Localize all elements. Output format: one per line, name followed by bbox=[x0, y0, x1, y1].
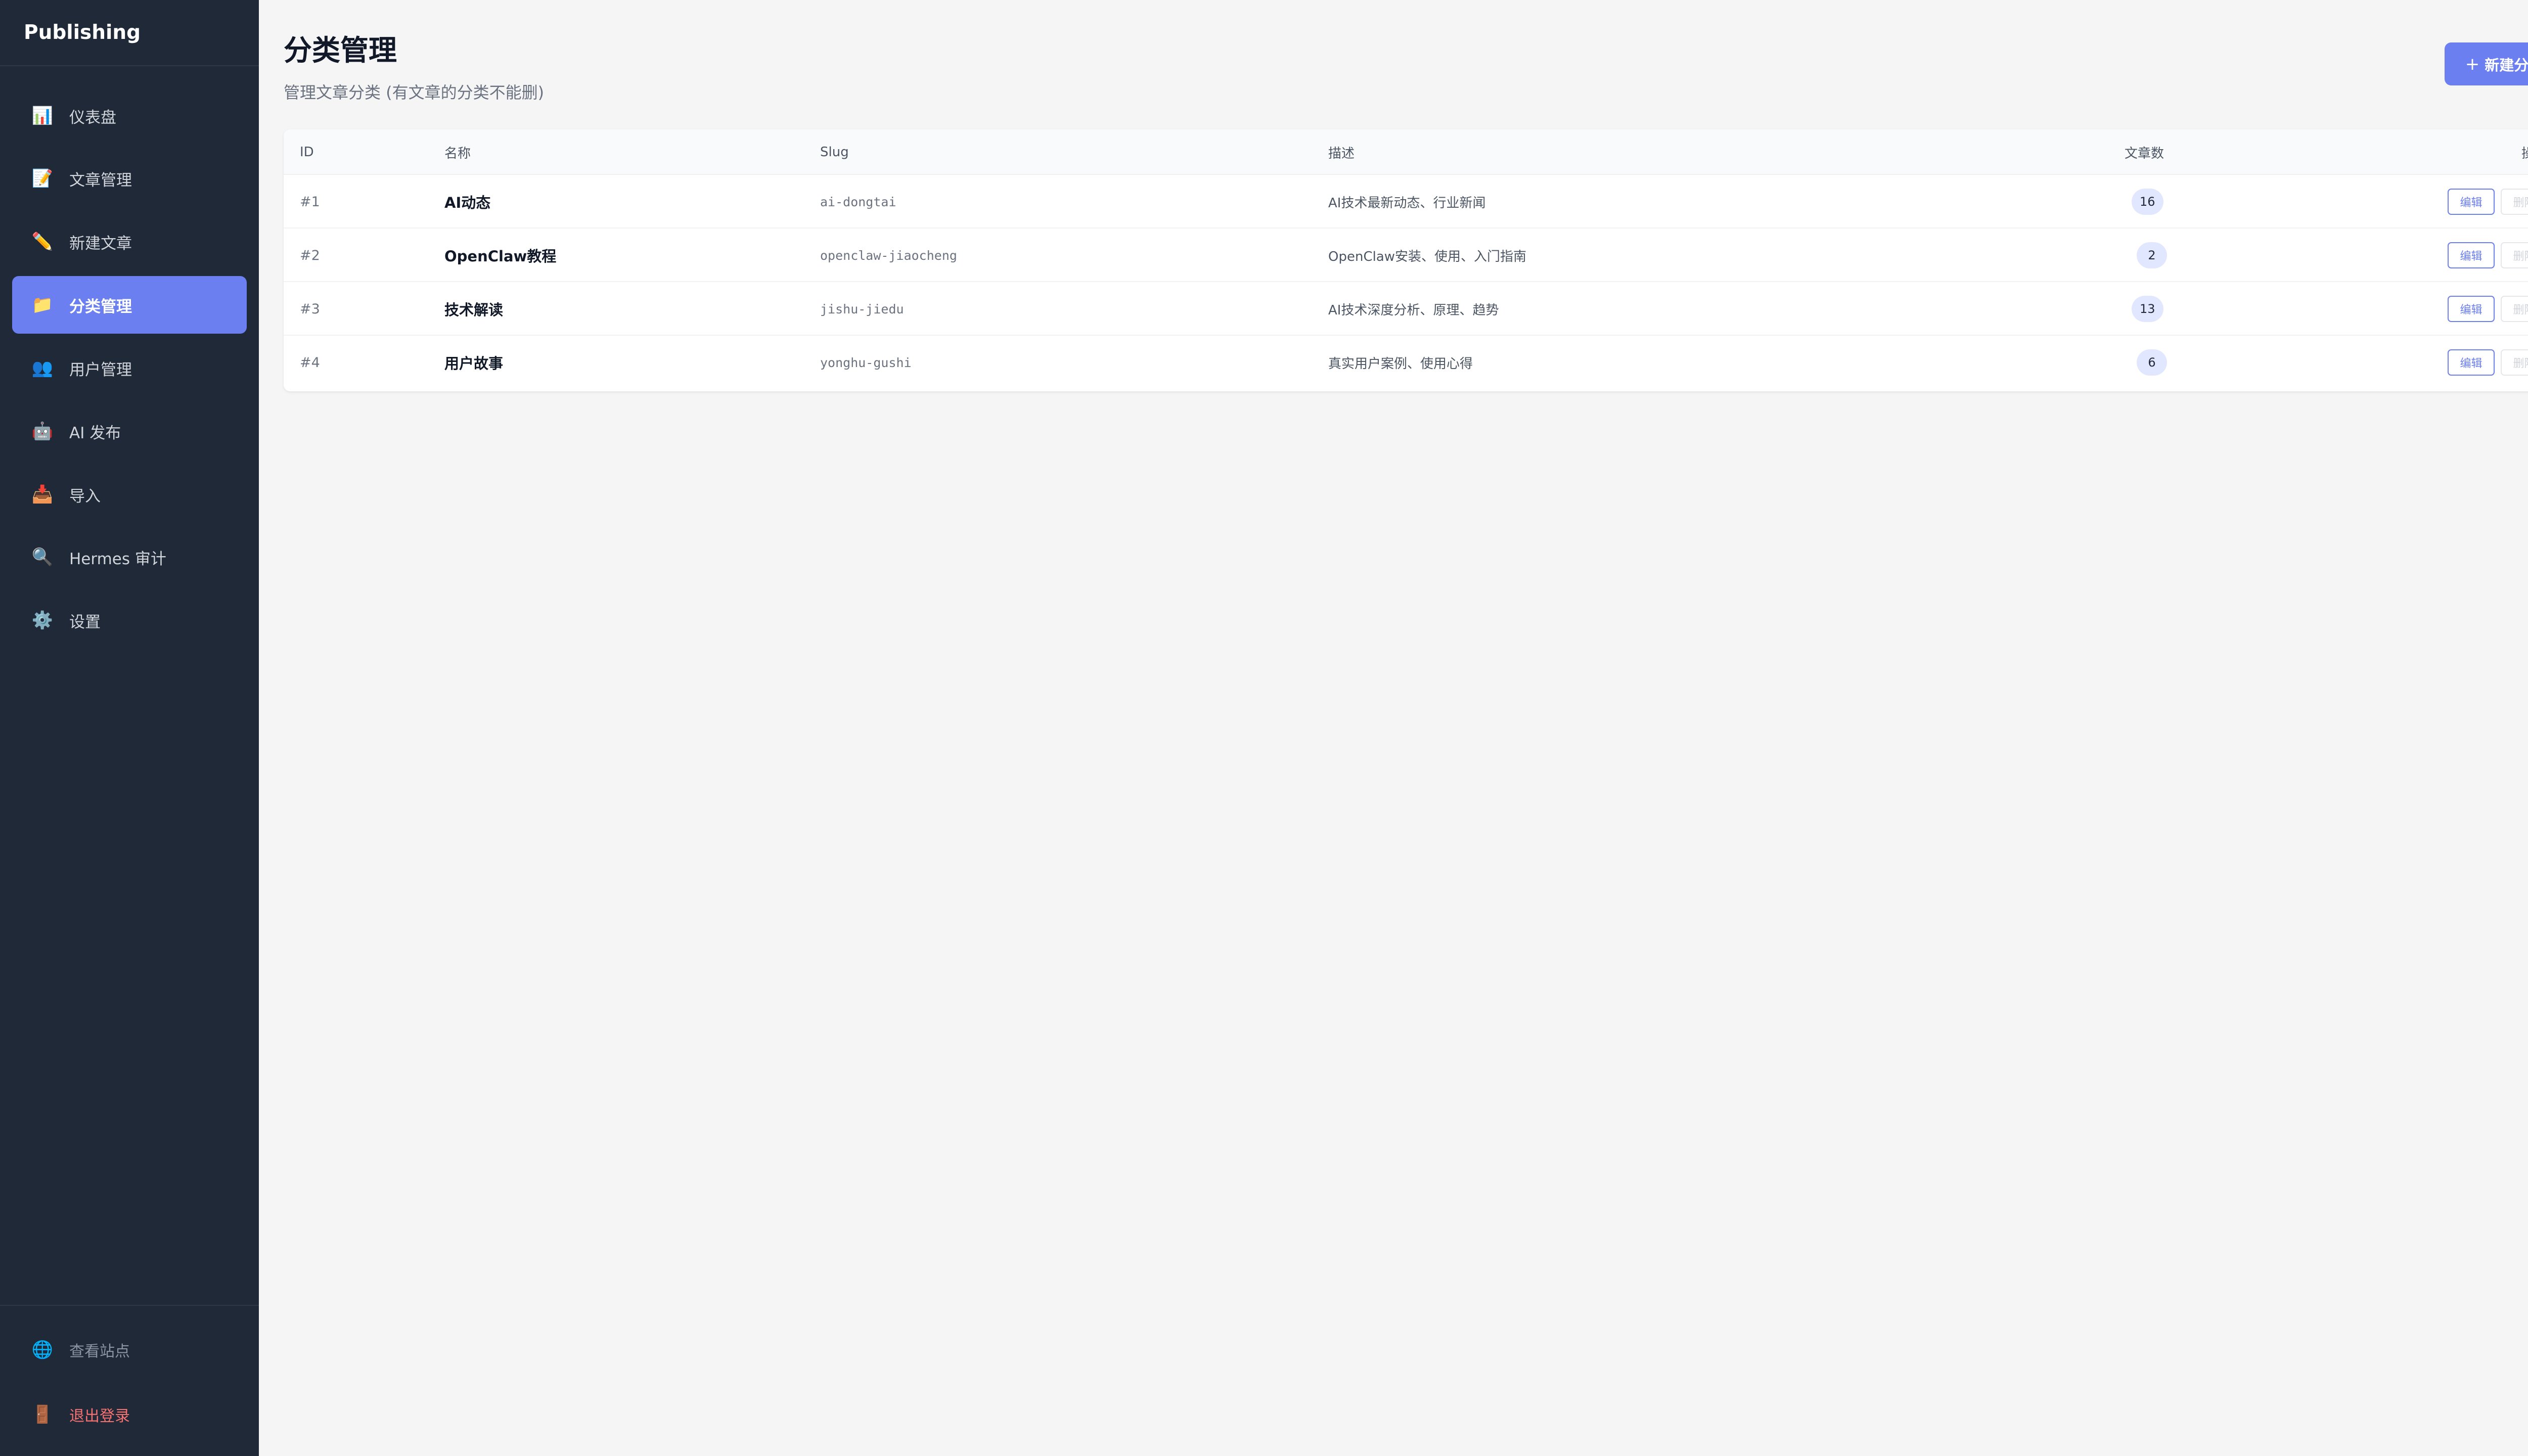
row-count-cell: 2 bbox=[2137, 229, 2167, 282]
globe-icon: 🌐 bbox=[31, 1340, 54, 1360]
door-icon: 🚪 bbox=[31, 1404, 54, 1425]
view-site-link[interactable]: 🌐 查看站点 bbox=[12, 1322, 247, 1378]
article-count-badge: 2 bbox=[2137, 242, 2167, 268]
sidebar-item-label: 导入 bbox=[69, 487, 101, 506]
delete-button[interactable]: 删除 bbox=[2501, 349, 2528, 376]
sidebar-item-dashboard[interactable]: 📊 仪表盘 bbox=[12, 87, 247, 145]
sidebar-item-import[interactable]: 📥 导入 bbox=[12, 466, 247, 523]
chart-icon: 📊 bbox=[31, 106, 54, 126]
row-id: #2 bbox=[300, 247, 320, 263]
column-header-id: ID bbox=[300, 145, 314, 160]
edit-button[interactable]: 编辑 bbox=[2448, 242, 2495, 268]
delete-button[interactable]: 删除 bbox=[2501, 296, 2528, 322]
article-count-badge: 16 bbox=[2132, 189, 2163, 215]
plus-icon: + bbox=[2465, 54, 2480, 74]
column-header-name: 名称 bbox=[444, 146, 471, 161]
sidebar-item-label: Hermes 审计 bbox=[69, 550, 166, 568]
delete-button[interactable]: 删除 bbox=[2501, 242, 2528, 268]
row-id: #4 bbox=[300, 354, 320, 371]
sidebar-item-categories[interactable]: 📁 分类管理 bbox=[12, 276, 247, 334]
table-row: #1 AI动态 ai-dongtai AI技术最新动态、行业新闻 16 编辑 删… bbox=[284, 175, 2528, 229]
new-category-button[interactable]: + 新建分类 bbox=[2445, 42, 2528, 85]
row-count-cell: 13 bbox=[2132, 282, 2163, 336]
column-header-description: 描述 bbox=[1328, 146, 1355, 161]
column-header-count: 文章数 bbox=[2125, 146, 2164, 161]
row-description: OpenClaw安装、使用、入门指南 bbox=[1328, 249, 1527, 264]
memo-icon: 📝 bbox=[31, 168, 54, 189]
row-slug: ai-dongtai bbox=[820, 194, 896, 209]
folder-icon: 📁 bbox=[31, 295, 54, 315]
row-count-cell: 16 bbox=[2132, 175, 2163, 229]
sidebar-item-settings[interactable]: ⚙️ 设置 bbox=[12, 592, 247, 649]
logout-link[interactable]: 🚪 退出登录 bbox=[12, 1387, 247, 1442]
row-name: 技术解读 bbox=[444, 301, 504, 318]
pencil-icon: ✏️ bbox=[31, 232, 54, 252]
row-slug: yonghu-gushi bbox=[820, 355, 912, 370]
sidebar: Publishing 📊 仪表盘 📝 文章管理 ✏️ 新建文章 📁 分类管理 👥… bbox=[0, 0, 259, 1456]
row-id: #3 bbox=[300, 301, 320, 317]
users-icon: 👥 bbox=[31, 358, 54, 378]
magnifier-icon: 🔍 bbox=[31, 547, 54, 567]
column-header-slug: Slug bbox=[820, 145, 849, 160]
brand-logo[interactable]: Publishing bbox=[0, 0, 259, 66]
sidebar-item-label: 文章管理 bbox=[69, 171, 132, 190]
table-row: #3 技术解读 jishu-jiedu AI技术深度分析、原理、趋势 13 编辑… bbox=[284, 282, 2528, 336]
sidebar-item-new-article[interactable]: ✏️ 新建文章 bbox=[12, 213, 247, 270]
row-name: OpenClaw教程 bbox=[444, 248, 557, 265]
sidebar-item-label: 新建文章 bbox=[69, 234, 132, 253]
main-content: 分类管理 管理文章分类 (有文章的分类不能删) + 新建分类 ID 名称 Slu… bbox=[259, 0, 2528, 1456]
sidebar-item-label: 设置 bbox=[69, 613, 101, 631]
edit-button[interactable]: 编辑 bbox=[2448, 349, 2495, 376]
sidebar-footer: 🌐 查看站点 🚪 退出登录 bbox=[0, 1305, 259, 1456]
robot-icon: 🤖 bbox=[31, 421, 54, 441]
sidebar-item-hermes-audit[interactable]: 🔍 Hermes 审计 bbox=[12, 528, 247, 586]
page-subtitle: 管理文章分类 (有文章的分类不能删) bbox=[284, 83, 545, 102]
sidebar-item-label: 分类管理 bbox=[69, 297, 132, 316]
edit-button[interactable]: 编辑 bbox=[2448, 189, 2495, 215]
gear-icon: ⚙️ bbox=[31, 610, 54, 630]
table-row: #4 用户故事 yonghu-gushi 真实用户案例、使用心得 6 编辑 删除 bbox=[284, 336, 2528, 389]
row-actions: 编辑 删除 bbox=[2448, 282, 2528, 336]
sidebar-item-ai-publish[interactable]: 🤖 AI 发布 bbox=[12, 402, 247, 460]
row-actions: 编辑 删除 bbox=[2448, 229, 2528, 282]
sidebar-item-label: 仪表盘 bbox=[69, 108, 116, 127]
row-name: 用户故事 bbox=[444, 355, 504, 372]
logout-label: 退出登录 bbox=[69, 1407, 130, 1425]
row-description: AI技术深度分析、原理、趋势 bbox=[1328, 302, 1499, 318]
row-actions: 编辑 删除 bbox=[2448, 336, 2528, 389]
delete-button[interactable]: 删除 bbox=[2501, 189, 2528, 215]
categories-table: ID 名称 Slug 描述 文章数 操作 #1 AI动态 ai-dongtai … bbox=[284, 129, 2528, 391]
row-description: 真实用户案例、使用心得 bbox=[1328, 356, 1473, 372]
row-id: #1 bbox=[300, 194, 320, 210]
row-slug: openclaw-jiaocheng bbox=[820, 248, 957, 263]
new-category-label: 新建分类 bbox=[2485, 56, 2528, 74]
row-slug: jishu-jiedu bbox=[820, 301, 904, 316]
row-actions: 编辑 删除 bbox=[2448, 175, 2528, 229]
edit-button[interactable]: 编辑 bbox=[2448, 296, 2495, 322]
row-count-cell: 6 bbox=[2137, 336, 2167, 389]
sidebar-item-label: AI 发布 bbox=[69, 424, 121, 442]
view-site-label: 查看站点 bbox=[69, 1343, 130, 1360]
article-count-badge: 6 bbox=[2137, 349, 2167, 376]
table-row: #2 OpenClaw教程 openclaw-jiaocheng OpenCla… bbox=[284, 229, 2528, 282]
column-header-actions: 操作 bbox=[2521, 146, 2528, 161]
row-description: AI技术最新动态、行业新闻 bbox=[1328, 195, 1486, 211]
article-count-badge: 13 bbox=[2132, 296, 2163, 322]
table-header: ID 名称 Slug 描述 文章数 操作 bbox=[284, 129, 2528, 175]
sidebar-item-articles[interactable]: 📝 文章管理 bbox=[12, 150, 247, 207]
sidebar-item-label: 用户管理 bbox=[69, 360, 132, 379]
inbox-icon: 📥 bbox=[31, 484, 54, 505]
sidebar-item-users[interactable]: 👥 用户管理 bbox=[12, 339, 247, 397]
page-title: 分类管理 bbox=[284, 34, 397, 67]
row-name: AI动态 bbox=[444, 194, 491, 211]
